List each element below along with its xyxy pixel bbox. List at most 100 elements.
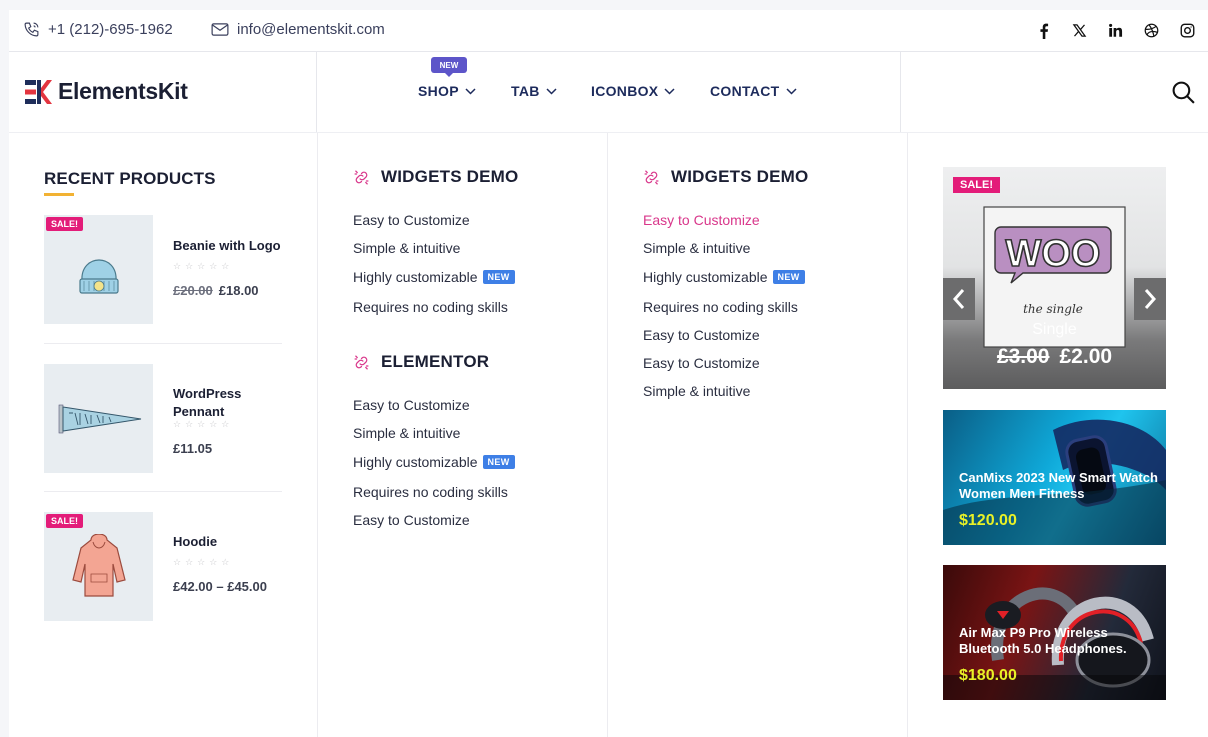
section-title: WIDGETS DEMO xyxy=(671,167,809,186)
column-divider xyxy=(317,133,318,737)
product-price: £20.00 £18.00 xyxy=(173,283,259,298)
menu-link-active[interactable]: Easy to Customize xyxy=(643,212,760,228)
product-name[interactable]: Hoodie xyxy=(173,533,293,551)
menu-link-label: Highly customizable xyxy=(353,454,478,470)
chevron-down-icon xyxy=(785,87,797,95)
elementor-title: ELEMENTOR xyxy=(353,352,489,372)
slider-prev-button[interactable] xyxy=(943,278,975,320)
menu-link[interactable]: Highly customizable NEW xyxy=(643,269,805,285)
search-icon xyxy=(1172,81,1195,104)
social-links xyxy=(1035,22,1196,39)
nav-label: ICONBOX xyxy=(591,83,659,99)
recent-products-title: RECENT PRODUCTS xyxy=(44,169,216,188)
site-logo[interactable]: ElementsKit xyxy=(25,78,188,105)
slider-next-button[interactable] xyxy=(1134,278,1166,320)
section-title: ELEMENTOR xyxy=(381,352,490,371)
logo-text: ElementsKit xyxy=(58,78,188,104)
menu-link[interactable]: Simple & intuitive xyxy=(353,425,460,441)
menu-link-label: Highly customizable xyxy=(353,269,478,285)
nav-label: CONTACT xyxy=(710,83,780,99)
nav-item-shop[interactable]: SHOP xyxy=(418,83,476,99)
link-chain-icon xyxy=(644,169,659,185)
header-divider xyxy=(316,52,317,132)
product-image-beanie[interactable]: SALE! xyxy=(44,215,153,324)
menu-link[interactable]: Requires no coding skills xyxy=(353,299,508,315)
menu-link[interactable]: Easy to Customize xyxy=(353,212,470,228)
dribbble-icon[interactable] xyxy=(1143,22,1160,39)
instagram-icon[interactable] xyxy=(1179,22,1196,39)
menu-link[interactable]: Highly customizable NEW xyxy=(353,454,515,470)
chevron-down-icon xyxy=(546,87,557,95)
product-card-headphones[interactable]: Air Max P9 Pro Wireless Bluetooth 5.0 He… xyxy=(943,565,1166,700)
linkedin-icon[interactable] xyxy=(1107,22,1124,39)
nav-item-tab[interactable]: TAB xyxy=(511,83,557,99)
title-underline xyxy=(44,193,74,196)
mail-icon xyxy=(211,23,229,36)
chevron-down-icon xyxy=(664,87,675,95)
menu-link[interactable]: Simple & intuitive xyxy=(353,240,460,256)
sale-badge: SALE! xyxy=(953,177,1000,193)
new-tag: NEW xyxy=(482,270,515,284)
woo-logo-text: WOO xyxy=(1006,233,1101,275)
menu-link[interactable]: Easy to Customize xyxy=(643,355,760,371)
widgets-demo-title: WIDGETS DEMO xyxy=(643,167,808,187)
nav-label: TAB xyxy=(511,83,540,99)
chevron-down-icon xyxy=(465,87,476,95)
menu-link[interactable]: Easy to Customize xyxy=(643,327,760,343)
link-chain-icon xyxy=(354,169,369,185)
sale-badge: SALE! xyxy=(46,514,83,528)
menu-link[interactable]: Highly customizable NEW xyxy=(353,269,515,285)
new-tag: NEW xyxy=(772,270,805,284)
card-product-price: $120.00 xyxy=(959,512,1017,529)
rating-stars: ☆☆☆☆☆ xyxy=(173,261,234,271)
menu-link[interactable]: Requires no coding skills xyxy=(353,484,508,500)
nav-label: SHOP xyxy=(418,83,459,99)
card-product-title: Air Max P9 Pro Wireless Bluetooth 5.0 He… xyxy=(959,625,1127,656)
section-title: WIDGETS DEMO xyxy=(381,167,519,186)
elementskit-logo-icon xyxy=(25,79,52,104)
sale-badge: SALE! xyxy=(46,217,83,231)
nav-item-iconbox[interactable]: ICONBOX xyxy=(591,83,675,99)
slide-product-price: £3.00 £2.00 xyxy=(943,345,1166,369)
beanie-icon xyxy=(78,258,119,294)
search-button[interactable] xyxy=(1171,80,1196,110)
rating-stars: ☆☆☆☆☆ xyxy=(173,557,234,567)
product-name[interactable]: Beanie with Logo xyxy=(173,237,293,255)
chevron-right-icon xyxy=(1144,289,1157,309)
menu-link-label: Highly customizable xyxy=(643,269,768,285)
top-bar: +1 (212)-695-1962 info@elementskit.com xyxy=(9,10,1208,52)
product-image-hoodie[interactable]: SALE! xyxy=(44,512,153,621)
header-divider xyxy=(900,52,901,132)
menu-link[interactable]: Easy to Customize xyxy=(353,512,470,528)
product-price: £11.05 xyxy=(173,441,213,456)
new-tag: NEW xyxy=(482,455,515,469)
sale-price: £2.00 xyxy=(1059,345,1113,368)
phone-icon xyxy=(24,22,39,37)
x-icon[interactable] xyxy=(1071,22,1088,39)
nav-item-contact[interactable]: CONTACT xyxy=(710,83,797,99)
product-name[interactable]: WordPress Pennant xyxy=(173,385,293,421)
product-image-pennant[interactable] xyxy=(44,364,153,473)
rating-stars: ☆☆☆☆☆ xyxy=(173,419,234,429)
widgets-demo-title: WIDGETS DEMO xyxy=(353,167,518,187)
shop-new-badge: NEW xyxy=(431,57,467,77)
chevron-left-icon xyxy=(952,289,965,309)
menu-link[interactable]: Easy to Customize xyxy=(353,397,470,413)
phone-number: +1 (212)-695-1962 xyxy=(48,21,173,38)
menu-link[interactable]: Simple & intuitive xyxy=(643,240,750,256)
column-divider xyxy=(907,133,908,737)
poster-script-text: the single xyxy=(1023,302,1083,316)
menu-link[interactable]: Simple & intuitive xyxy=(643,383,750,399)
product-slider[interactable]: WOO the single SALE! Single £3.00 £2.00 xyxy=(943,167,1166,389)
phone-link[interactable]: +1 (212)-695-1962 xyxy=(23,21,173,38)
product-price: £42.00 – £45.00 xyxy=(173,579,267,594)
main-header: ElementsKit NEW SHOP TAB ICONBOX CONTACT xyxy=(9,52,1208,132)
email-link[interactable]: info@elementskit.com xyxy=(211,21,385,38)
card-product-title: CanMixs 2023 New Smart Watch Women Men F… xyxy=(959,470,1158,501)
card-product-price: $180.00 xyxy=(959,667,1017,684)
old-price: £3.00 xyxy=(996,345,1050,368)
sale-price: £18.00 xyxy=(218,283,259,298)
facebook-icon[interactable] xyxy=(1035,22,1052,39)
product-card-watch[interactable]: CanMixs 2023 New Smart Watch Women Men F… xyxy=(943,410,1166,545)
menu-link[interactable]: Requires no coding skills xyxy=(643,299,798,315)
